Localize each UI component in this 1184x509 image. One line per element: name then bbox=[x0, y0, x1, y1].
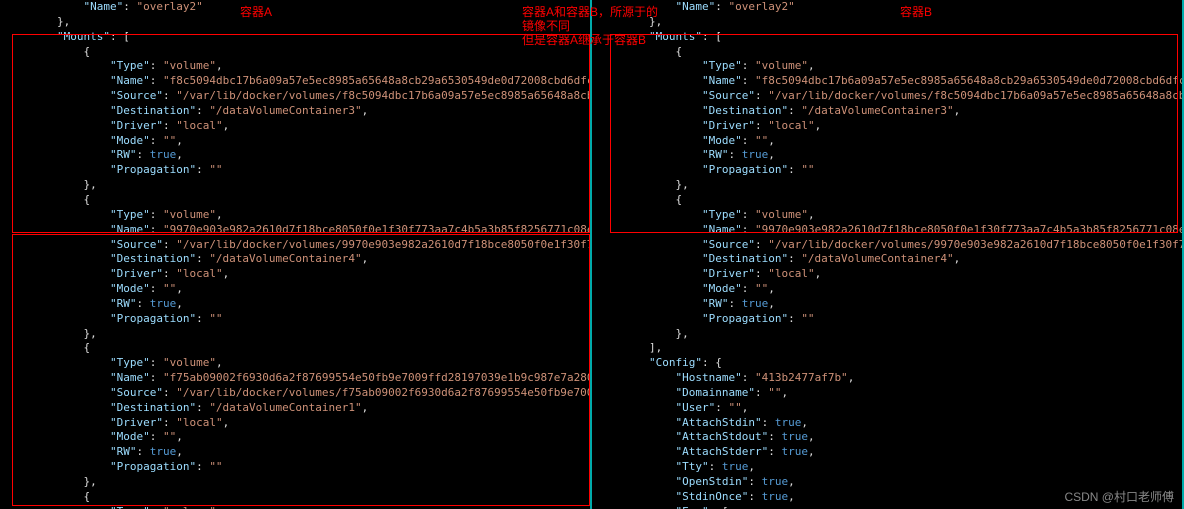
csdn-watermark: CSDN @村口老师傅 bbox=[1064, 489, 1174, 505]
right-terminal[interactable]: "Name": "overlay2" }, "Mounts": [ { "Typ… bbox=[592, 0, 1184, 509]
split-terminal: "Name": "overlay2" }, "Mounts": [ { "Typ… bbox=[0, 0, 1184, 509]
left-terminal[interactable]: "Name": "overlay2" }, "Mounts": [ { "Typ… bbox=[0, 0, 592, 509]
